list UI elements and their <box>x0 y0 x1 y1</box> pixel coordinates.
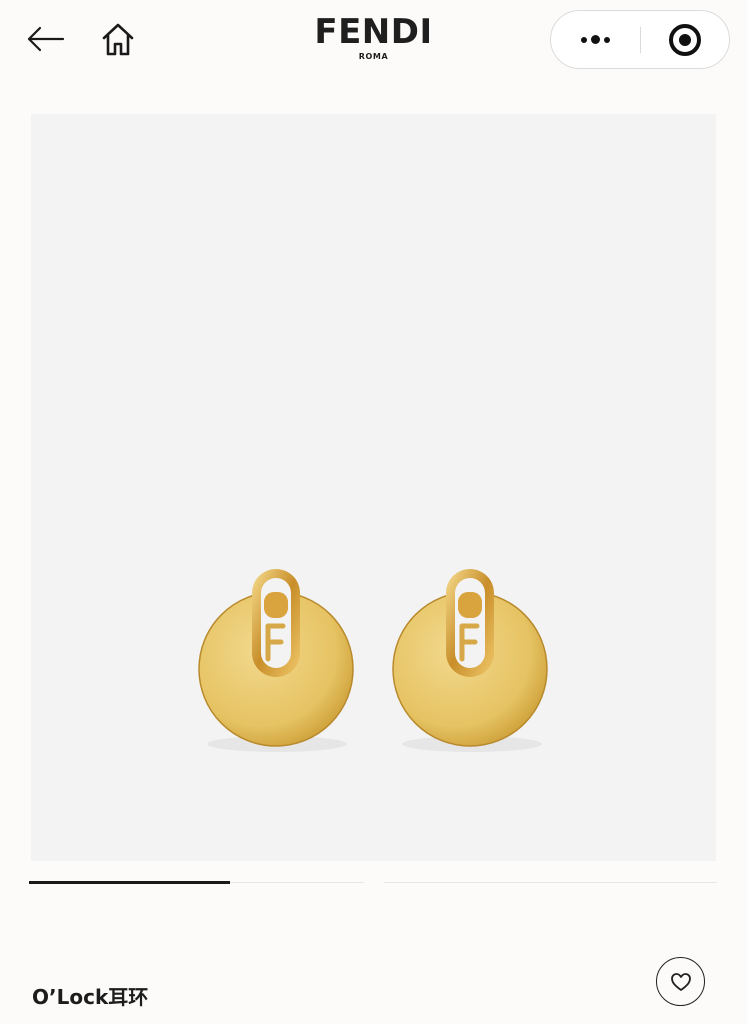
more-button[interactable] <box>551 11 640 68</box>
product-title: O’Lock耳环 <box>32 985 149 1009</box>
product-image[interactable] <box>31 114 716 861</box>
carousel-active-indicator <box>29 881 230 884</box>
home-icon <box>102 23 134 56</box>
back-button[interactable] <box>22 18 68 60</box>
earring-left <box>198 569 354 752</box>
top-bar: FENDI ROMA <box>0 0 747 80</box>
heart-icon <box>670 972 691 991</box>
home-button[interactable] <box>96 18 140 60</box>
product-page: FENDI ROMA O’Lock耳环 <box>0 0 747 1024</box>
earring-right <box>392 569 548 752</box>
carousel-track-2 <box>384 882 717 883</box>
earrings-image <box>198 569 548 752</box>
favorite-button[interactable] <box>656 957 705 1006</box>
more-dots-icon <box>581 35 610 44</box>
mini-program-capsule <box>550 10 730 69</box>
target-circle-icon <box>669 23 701 56</box>
close-button[interactable] <box>641 11 729 68</box>
arrow-left-icon <box>27 26 65 52</box>
